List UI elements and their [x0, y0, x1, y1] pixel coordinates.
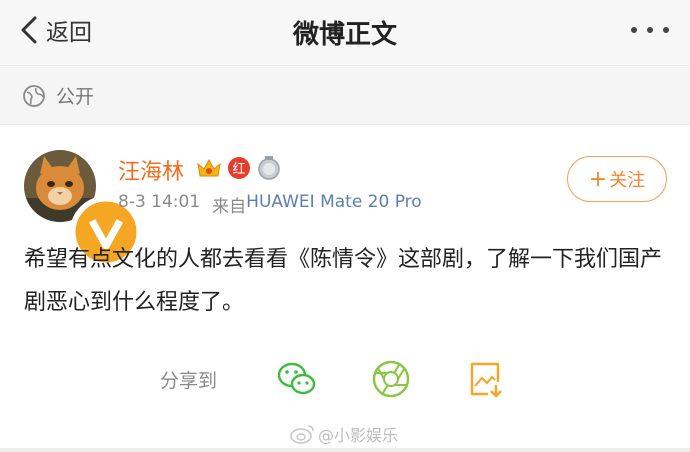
share-label: 分享到	[160, 370, 218, 392]
follow-button[interactable]: + 关注	[567, 156, 667, 202]
privacy-label: 公开	[56, 86, 95, 108]
red-badge-text: 红	[232, 161, 245, 177]
red-badge-icon[interactable]: 红	[226, 156, 252, 180]
crown-vip-icon[interactable]	[196, 156, 222, 180]
wechat-share-button[interactable]	[276, 358, 318, 400]
follow-label: 关注	[609, 170, 646, 191]
post-source-prefix: 来自	[212, 197, 247, 217]
top-nav-bar: 返回 微博正文	[0, 0, 690, 66]
author-name[interactable]: 汪海林	[118, 154, 184, 186]
post-meta: 8-3 14:01 来自 HUAWEI Mate 20 Pro	[118, 192, 422, 217]
wechat-icon	[277, 362, 316, 395]
avatar[interactable]	[24, 150, 142, 268]
bottom-divider	[0, 448, 690, 452]
watermark-text: @小影娱乐	[318, 426, 399, 445]
medal-icon[interactable]	[256, 156, 282, 180]
author-badges: 红	[196, 156, 282, 180]
post-card: 汪海林 红 8-3 14:01 来自 HUAWEI Mate 20 Pro + …	[0, 126, 690, 452]
weibo-logo-icon	[290, 425, 314, 444]
watermark: @小影娱乐	[290, 422, 398, 446]
moments-share-button[interactable]	[370, 358, 412, 400]
share-bar: 分享到	[0, 354, 690, 404]
post-date: 8-3 14:01	[118, 192, 201, 212]
moments-icon	[372, 360, 410, 398]
post-content: 希望有点文化的人都去看看《陈情令》这部剧，了解一下我们国产剧恶心到什么程度了。	[24, 247, 663, 315]
more-dots-icon[interactable]	[628, 20, 672, 40]
save-image-button[interactable]	[464, 358, 506, 400]
post-device[interactable]: HUAWEI Mate 20 Pro	[246, 192, 422, 217]
plus-icon: +	[588, 166, 608, 192]
privacy-row: 公开	[0, 67, 690, 125]
page-title: 微博正文	[292, 20, 397, 50]
globe-icon	[23, 84, 45, 107]
save-image-icon	[470, 362, 502, 398]
